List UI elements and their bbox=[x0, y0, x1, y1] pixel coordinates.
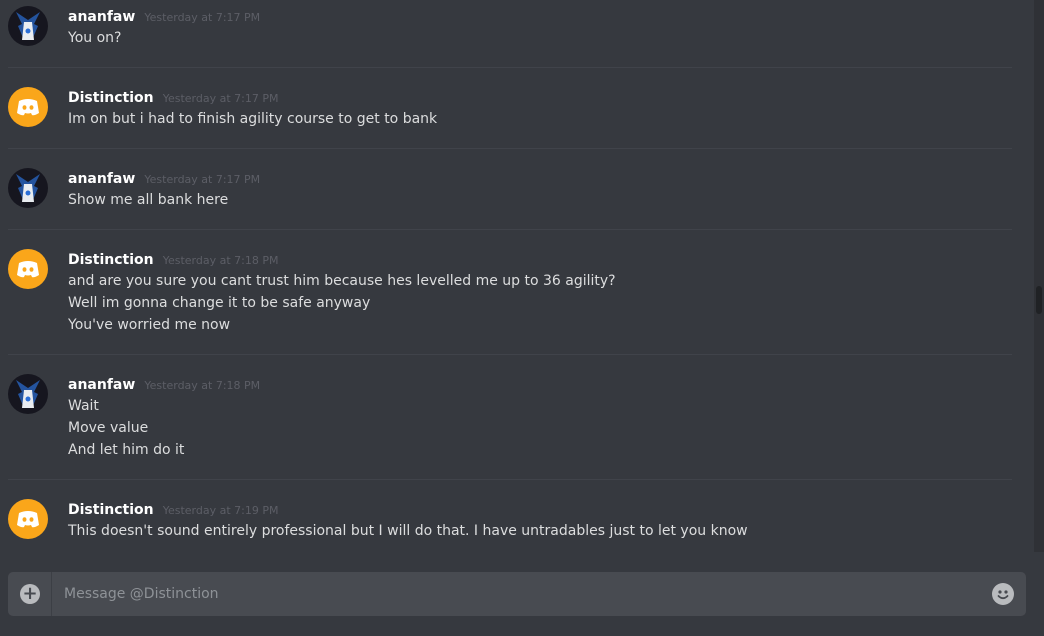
upload-button[interactable]: + bbox=[8, 572, 52, 616]
message-group: Distinction Yesterday at 7:18 PM and are… bbox=[8, 229, 1012, 354]
emoji-button[interactable] bbox=[992, 583, 1014, 605]
discord-logo-icon bbox=[17, 99, 39, 116]
message-text: Im on but i had to finish agility course… bbox=[68, 111, 438, 127]
message-text: You on? bbox=[68, 30, 122, 46]
message-text: Wait bbox=[68, 398, 99, 414]
plus-icon: + bbox=[20, 584, 40, 604]
discord-logo-icon bbox=[17, 261, 39, 278]
timestamp: Yesterday at 7:18 PM bbox=[144, 379, 261, 392]
message-text: and are you sure you cant trust him beca… bbox=[68, 273, 616, 289]
avatar[interactable] bbox=[8, 6, 48, 46]
avatar[interactable] bbox=[8, 374, 48, 414]
timestamp: Yesterday at 7:17 PM bbox=[144, 173, 261, 186]
message-composer: + Message @Distinction bbox=[8, 572, 1026, 616]
message-text: And let him do it bbox=[68, 442, 185, 458]
avatar[interactable] bbox=[8, 87, 48, 127]
message-text: Show me all bank here bbox=[68, 192, 229, 208]
message-text: This doesn't sound entirely professional… bbox=[68, 523, 748, 539]
emoji-icon bbox=[997, 590, 1009, 600]
username[interactable]: Distinction bbox=[68, 502, 154, 518]
timestamp: Yesterday at 7:19 PM bbox=[162, 504, 279, 517]
robe-icon bbox=[16, 12, 40, 40]
username[interactable]: Distinction bbox=[68, 252, 154, 268]
robe-icon bbox=[16, 174, 40, 202]
discord-logo-icon bbox=[17, 511, 39, 528]
message-text: Move value bbox=[68, 420, 149, 436]
message-input[interactable]: Message @Distinction bbox=[64, 572, 219, 616]
message-text: You've worried me now bbox=[68, 317, 231, 333]
avatar[interactable] bbox=[8, 499, 48, 539]
timestamp: Yesterday at 7:18 PM bbox=[162, 254, 279, 267]
message-text: Well im gonna change it to be safe anywa… bbox=[68, 295, 371, 311]
timestamp: Yesterday at 7:17 PM bbox=[162, 92, 279, 105]
message-group: ananfaw Yesterday at 7:17 PM You on? bbox=[8, 0, 1012, 67]
scrollbar-thumb[interactable] bbox=[1036, 286, 1042, 314]
username[interactable]: Distinction bbox=[68, 90, 154, 106]
avatar[interactable] bbox=[8, 249, 48, 289]
message-group: ananfaw Yesterday at 7:18 PM Wait Move v… bbox=[8, 354, 1012, 479]
message-group: ananfaw Yesterday at 7:17 PM Show me all… bbox=[8, 148, 1012, 229]
username[interactable]: ananfaw bbox=[68, 9, 135, 25]
message-group: Distinction Yesterday at 7:17 PM Im on b… bbox=[8, 67, 1012, 148]
message-group: Distinction Yesterday at 7:19 PM This do… bbox=[8, 479, 1012, 552]
robe-icon bbox=[16, 380, 40, 408]
message-list: ananfaw Yesterday at 7:17 PM You on? Dis… bbox=[0, 0, 1034, 552]
username[interactable]: ananfaw bbox=[68, 377, 135, 393]
timestamp: Yesterday at 7:17 PM bbox=[144, 11, 261, 24]
avatar[interactable] bbox=[8, 168, 48, 208]
scrollbar[interactable] bbox=[1034, 0, 1044, 552]
username[interactable]: ananfaw bbox=[68, 171, 135, 187]
